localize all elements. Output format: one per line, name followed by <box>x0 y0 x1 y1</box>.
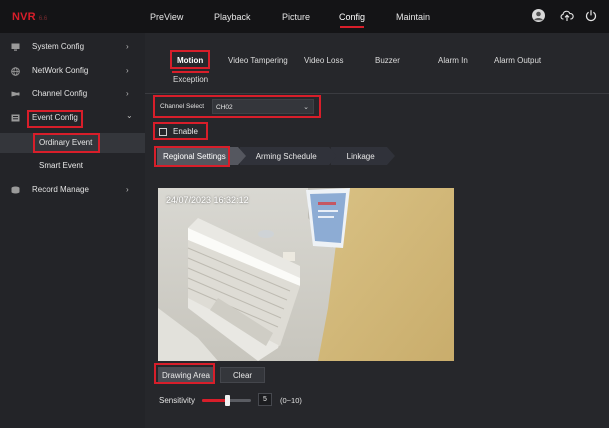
subtab-regional-settings[interactable]: Regional Settings <box>157 147 246 165</box>
sidebar-item-label: System Config <box>32 42 85 51</box>
user-avatar-icon[interactable] <box>532 9 545 22</box>
motion-subtabs: Regional Settings Arming Schedule Linkag… <box>157 147 395 165</box>
subtab-linkage[interactable]: Linkage <box>330 147 395 165</box>
sensitivity-value-input[interactable]: 5 <box>258 393 272 406</box>
sidebar-item-label: Channel Config <box>32 89 88 98</box>
event-config-icon <box>11 114 20 122</box>
sidebar-item-label: NetWork Config <box>32 66 89 75</box>
sidebar-item-record-manage[interactable]: Record Manage › <box>0 180 145 200</box>
sidebar-subitem-label: Ordinary Event <box>39 138 93 147</box>
sensitivity-label: Sensitivity <box>159 396 196 405</box>
sensitivity-range: (0~10) <box>280 396 302 405</box>
tab-motion[interactable]: Motion <box>177 56 203 65</box>
camera-frame-image <box>158 188 454 361</box>
channel-config-icon <box>11 91 20 97</box>
tab-alarm-in[interactable]: Alarm In <box>438 56 468 65</box>
tabs-divider <box>145 93 609 94</box>
sensitivity-slider-thumb[interactable] <box>225 395 230 406</box>
sidebar-item-network-config[interactable]: NetWork Config › <box>0 61 145 81</box>
subtab-label: Linkage <box>346 151 375 161</box>
nav-preview[interactable]: PreView <box>150 12 183 22</box>
sidebar-item-label: Record Manage <box>32 185 89 194</box>
nav-config[interactable]: Config <box>339 12 365 28</box>
chevron-right-icon: › <box>126 42 129 51</box>
sidebar: System Config › NetWork Config › Channel… <box>0 33 145 428</box>
tab-alarm-output[interactable]: Alarm Output <box>494 56 541 65</box>
nav-maintain[interactable]: Maintain <box>396 12 430 22</box>
tab-video-tampering[interactable]: Video Tampering <box>228 56 288 65</box>
nav-picture[interactable]: Picture <box>282 12 310 22</box>
enable-checkbox[interactable] <box>159 128 167 136</box>
sidebar-subitem-label: Smart Event <box>39 161 84 170</box>
chevron-right-icon: › <box>126 66 129 75</box>
chevron-right-icon: › <box>126 89 129 98</box>
top-bar: NVR 6.6 PreView Playback Picture Config … <box>0 0 609 33</box>
channel-select-label: Channel Select <box>160 103 205 110</box>
top-nav: PreView Playback Picture Config Maintain <box>0 0 609 33</box>
enable-label: Enable <box>173 127 198 136</box>
chevron-right-icon: › <box>126 185 129 194</box>
sidebar-item-event-config[interactable]: Event Config ⌄ <box>0 108 145 128</box>
drawing-area-label: Drawing Area <box>161 370 211 380</box>
channel-select-value: CH02 <box>216 104 233 111</box>
cloud-upload-icon[interactable] <box>560 9 574 22</box>
channel-select[interactable]: CH02 ⌄ <box>212 99 314 114</box>
drawing-area-button[interactable]: Drawing Area <box>158 367 214 383</box>
nvr-web-client: NVR 6.6 PreView Playback Picture Config … <box>0 0 609 428</box>
camera-preview[interactable]: 24/07/2023 16:32:12 <box>158 188 454 361</box>
tab-buzzer[interactable]: Buzzer <box>375 56 400 65</box>
sensitivity-slider-fill <box>202 399 227 402</box>
tab-exception[interactable]: Exception <box>173 75 208 84</box>
main-panel: Motion Video Tampering Video Loss Buzzer… <box>145 33 609 428</box>
power-icon[interactable] <box>585 9 597 22</box>
record-manage-icon <box>11 186 20 194</box>
sidebar-subitem-ordinary-event[interactable]: Ordinary Event <box>0 133 145 153</box>
network-config-icon <box>11 67 20 76</box>
chevron-down-icon: ⌄ <box>126 111 133 120</box>
sidebar-item-channel-config[interactable]: Channel Config › <box>0 84 145 104</box>
clear-label: Clear <box>232 370 253 380</box>
clear-button[interactable]: Clear <box>220 367 265 383</box>
sensitivity-value: 5 <box>263 396 267 403</box>
sidebar-subitem-smart-event[interactable]: Smart Event <box>0 156 145 176</box>
subtab-label: Regional Settings <box>163 151 226 161</box>
nav-playback[interactable]: Playback <box>214 12 251 22</box>
sidebar-item-system-config[interactable]: System Config › <box>0 37 145 57</box>
chevron-down-icon: ⌄ <box>303 104 309 111</box>
system-config-icon <box>11 43 20 51</box>
event-tabs: Motion Video Tampering Video Loss Buzzer… <box>145 33 609 93</box>
tab-video-loss[interactable]: Video Loss <box>304 56 343 65</box>
sensitivity-slider[interactable] <box>202 395 251 406</box>
subtab-arming-schedule[interactable]: Arming Schedule <box>239 147 337 165</box>
video-timestamp: 24/07/2023 16:32:12 <box>166 195 249 205</box>
sidebar-item-label: Event Config <box>32 113 78 122</box>
subtab-label: Arming Schedule <box>255 151 317 161</box>
active-tab-indicator <box>172 71 209 73</box>
